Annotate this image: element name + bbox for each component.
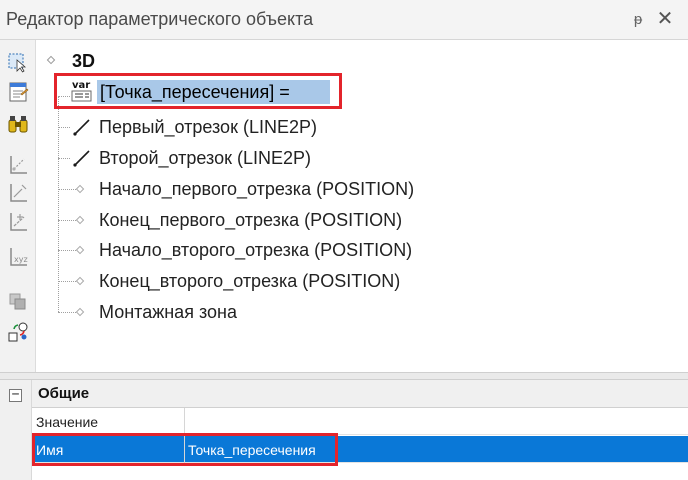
tree-branch [58, 312, 76, 313]
tree-item[interactable]: Конец_второго_отрезка (POSITION) [99, 268, 400, 294]
tree-item[interactable]: Начало_второго_отрезка (POSITION) [99, 237, 412, 263]
tree-item[interactable]: Второй_отрезок (LINE2P) [99, 145, 311, 171]
select-icon[interactable] [6, 50, 30, 74]
tree-item[interactable]: Конец_первого_отрезка (POSITION) [99, 207, 402, 233]
property-category[interactable]: Общие [32, 380, 688, 408]
xyz-constraint-icon[interactable]: xyz [6, 245, 30, 269]
title-bar: Редактор параметрического объекта ᵽ ✕ [0, 0, 688, 40]
property-row-value[interactable]: Значение [32, 408, 688, 435]
category-label: Общие [38, 385, 90, 402]
svg-text:xyz: xyz [14, 255, 28, 264]
highlight-box-props [32, 433, 338, 466]
tree-branch [58, 220, 76, 221]
constraint-icon[interactable] [6, 153, 30, 177]
tree-item[interactable]: Монтажная зона [99, 299, 237, 325]
tree-branch [58, 250, 76, 251]
tree-root-label[interactable]: 3D [72, 49, 95, 73]
tree-item[interactable]: Начало_первого_отрезка (POSITION) [99, 176, 414, 202]
window-title: Редактор параметрического объекта [6, 9, 314, 29]
line-icon [72, 117, 92, 137]
properties-icon[interactable] [6, 80, 30, 104]
constraint-add-icon[interactable] [6, 210, 30, 234]
highlight-box-tree [54, 73, 342, 109]
constraint-edit-icon[interactable] [6, 181, 30, 205]
tree-branch [58, 158, 70, 159]
property-gutter: − [0, 380, 32, 480]
tree-connector [58, 96, 59, 312]
collapse-icon[interactable]: − [9, 388, 22, 402]
property-name: Значение [36, 414, 99, 430]
copy-icon[interactable] [6, 290, 30, 314]
tree-item[interactable]: Первый_отрезок (LINE2P) [99, 114, 317, 140]
binoculars-icon[interactable] [6, 112, 30, 136]
toolbar: xyz [0, 40, 36, 372]
close-icon[interactable]: ✕ [654, 8, 676, 30]
line-icon [72, 148, 92, 168]
pane-splitter[interactable] [0, 372, 688, 380]
column-divider [184, 408, 185, 435]
tree-branch [58, 189, 76, 190]
tree-branch [58, 281, 76, 282]
pin-icon[interactable]: ᵽ [628, 10, 648, 30]
tree-branch [58, 127, 70, 128]
geometry-swap-icon[interactable] [6, 320, 30, 344]
